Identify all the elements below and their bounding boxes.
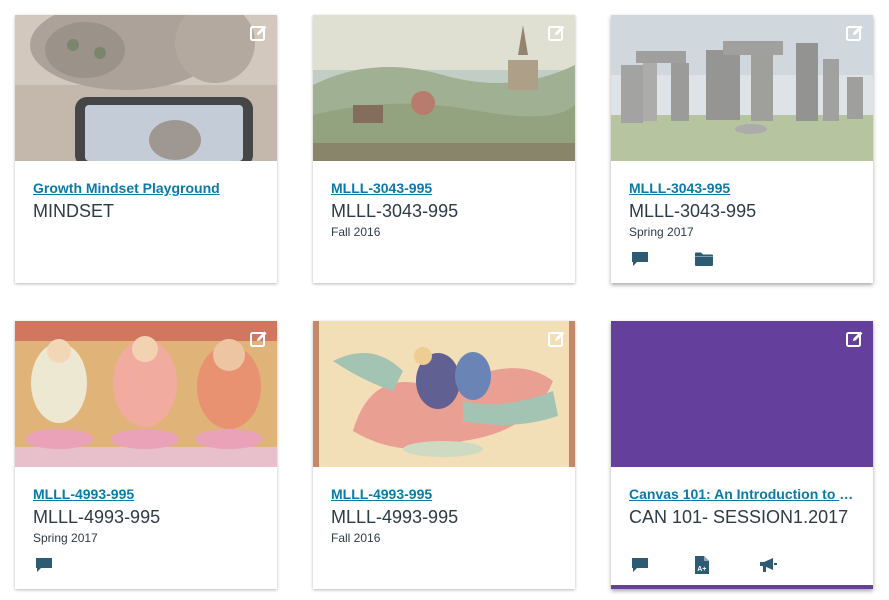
course-code: MINDSET <box>33 201 114 221</box>
discussions-icon[interactable] <box>631 555 695 575</box>
edit-icon[interactable] <box>249 23 269 43</box>
edit-icon[interactable] <box>249 329 269 349</box>
course-link[interactable]: MLLL-4993-995 <box>33 486 259 502</box>
discussions-icon[interactable] <box>631 249 695 269</box>
course-code: MLLL-3043-995 <box>629 201 757 221</box>
edit-icon[interactable] <box>845 329 865 349</box>
discussions-icon[interactable] <box>35 555 99 575</box>
course-card-hero[interactable] <box>313 321 575 467</box>
course-term: Spring 2017 <box>33 531 98 545</box>
course-color-bar <box>611 585 873 589</box>
course-card: MLLL-4993-995 MLLL-4993-995 Spring 2017 <box>15 321 277 589</box>
course-card-hero[interactable] <box>611 15 873 161</box>
course-term: Spring 2017 <box>629 225 694 239</box>
course-term: Fall 2016 <box>331 225 381 239</box>
course-card-hero[interactable] <box>611 321 873 467</box>
announcements-icon[interactable] <box>759 555 823 575</box>
course-link[interactable]: MLLL-3043-995 <box>629 180 855 196</box>
course-code: CAN 101- SESSION1.2017 <box>629 507 849 527</box>
course-actions <box>631 249 759 269</box>
course-term: Fall 2016 <box>331 531 381 545</box>
course-code: MLLL-4993-995 <box>331 507 459 527</box>
course-link[interactable]: Growth Mindset Playground <box>33 180 259 196</box>
course-card-hero[interactable] <box>313 15 575 161</box>
edit-icon[interactable] <box>547 329 567 349</box>
course-card: Canvas 101: An Introduction to Canvas CA… <box>611 321 873 589</box>
course-card-hero[interactable] <box>15 15 277 161</box>
course-link[interactable]: Canvas 101: An Introduction to Canvas <box>629 486 855 502</box>
edit-icon[interactable] <box>845 23 865 43</box>
course-actions <box>35 555 99 575</box>
course-code: MLLL-3043-995 <box>331 201 459 221</box>
files-icon[interactable] <box>695 249 759 269</box>
course-card: MLLL-3043-995 MLLL-3043-995 Fall 2016 <box>313 15 575 283</box>
course-link[interactable]: MLLL-4993-995 <box>331 486 557 502</box>
course-link[interactable]: MLLL-3043-995 <box>331 180 557 196</box>
edit-icon[interactable] <box>547 23 567 43</box>
course-card-hero[interactable] <box>15 321 277 467</box>
grades-icon[interactable] <box>695 555 759 575</box>
course-card: MLLL-4993-995 MLLL-4993-995 Fall 2016 <box>313 321 575 589</box>
course-code: MLLL-4993-995 <box>33 507 161 527</box>
course-card: Growth Mindset Playground MINDSET <box>15 15 277 283</box>
course-card: MLLL-3043-995 MLLL-3043-995 Spring 2017 <box>611 15 873 283</box>
course-actions <box>631 555 823 575</box>
